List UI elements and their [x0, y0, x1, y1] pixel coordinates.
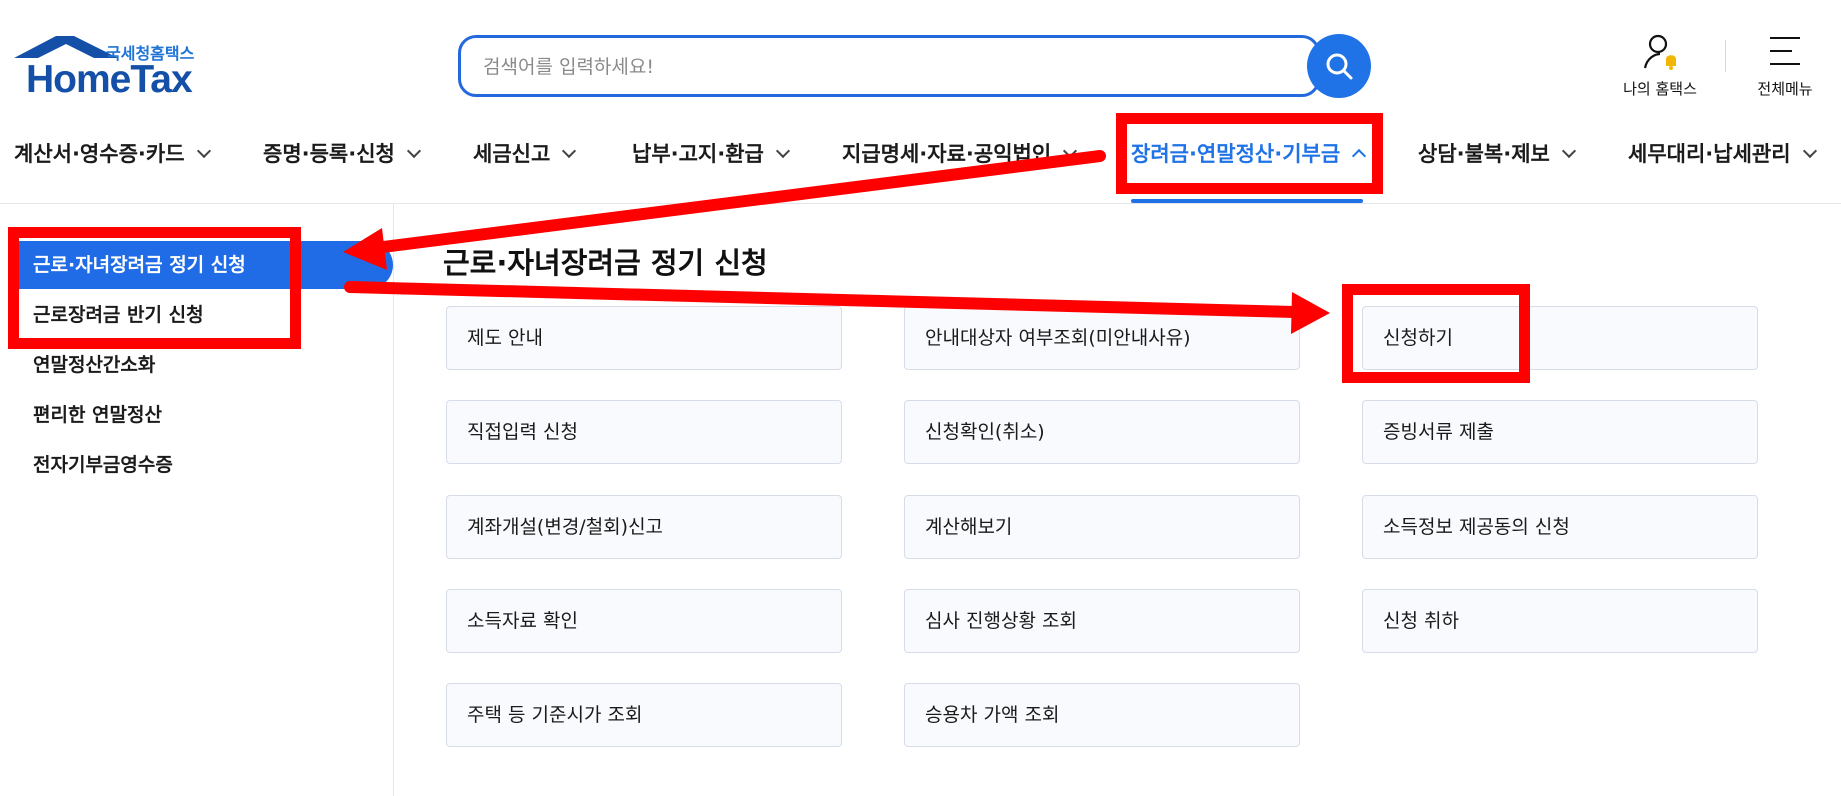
arrow-sidebar-to-apply	[344, 281, 1330, 334]
annotation-arrows	[343, 150, 1330, 334]
arrow-nav-to-sidebar	[343, 150, 1106, 270]
